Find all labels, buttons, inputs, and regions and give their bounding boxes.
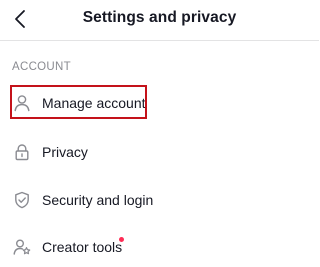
person-star-icon (13, 238, 31, 256)
menu-item-privacy[interactable]: Privacy (0, 133, 319, 171)
menu-item-manage-account[interactable]: Manage account (0, 84, 319, 122)
header: Settings and privacy (0, 0, 319, 40)
settings-screen: Settings and privacy ACCOUNT Manage acco… (0, 0, 319, 267)
section-title-account: ACCOUNT (12, 61, 71, 73)
menu-item-label: Security and login (42, 192, 154, 208)
page-title: Settings and privacy (82, 9, 237, 26)
shield-icon (13, 191, 31, 209)
menu-item-label: Manage account (42, 95, 146, 111)
notification-dot (119, 237, 124, 242)
menu-item-security-and-login[interactable]: Security and login (0, 181, 319, 219)
menu-item-label: Privacy (42, 144, 88, 160)
lock-icon (13, 143, 31, 161)
person-icon (13, 94, 31, 112)
menu-item-creator-tools[interactable]: Creator tools (0, 228, 319, 266)
menu-item-label: Creator tools (42, 239, 123, 255)
header-divider (0, 40, 319, 41)
